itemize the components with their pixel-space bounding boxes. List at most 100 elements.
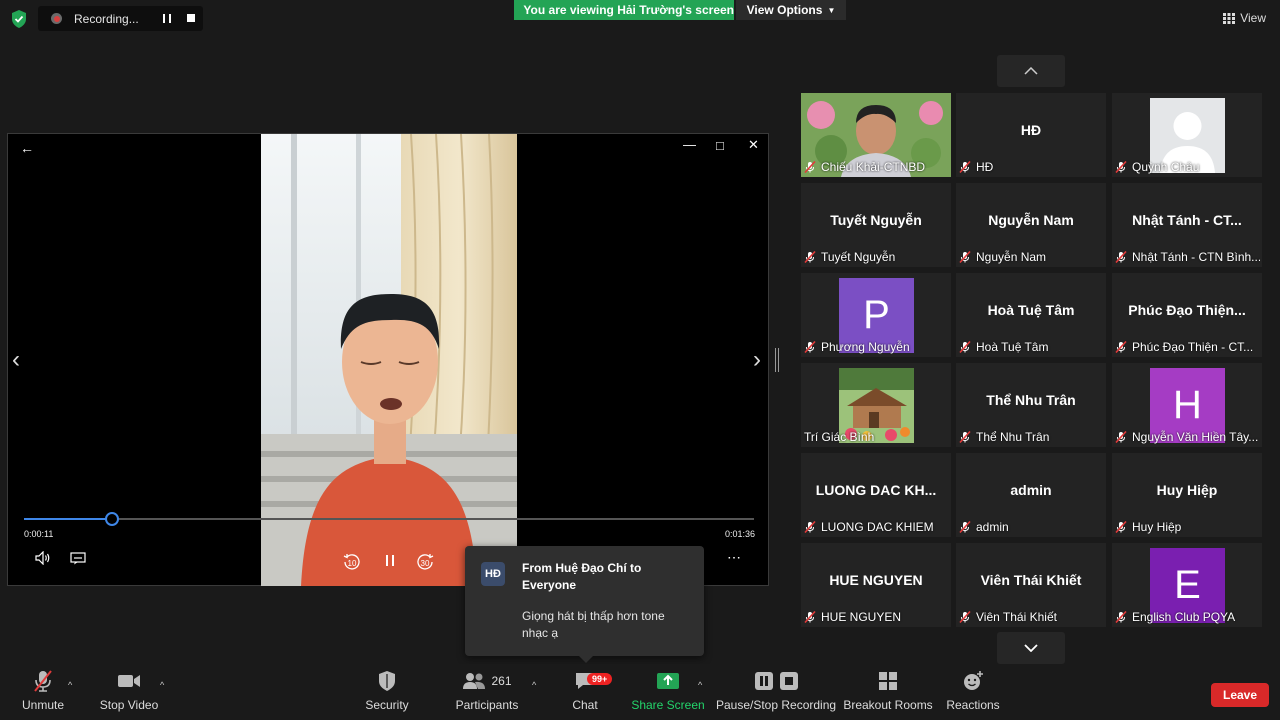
participant-name-label: Quỳnh Châu — [1115, 160, 1260, 174]
unmute-button[interactable]: Unmute — [18, 664, 68, 720]
viewing-banner-text: You are viewing Hải Trường's screen — [523, 3, 734, 17]
mic-muted-icon — [1115, 251, 1127, 263]
minimize-icon[interactable]: — — [683, 137, 696, 152]
participant-name: Quỳnh Châu — [1132, 160, 1200, 174]
previous-arrow-icon[interactable]: ‹ — [12, 346, 20, 374]
participant-name-label: LUONG DAC KHIEM — [804, 520, 949, 534]
participant-name: English Club PQYA — [1132, 610, 1236, 624]
mic-muted-icon — [1115, 341, 1127, 353]
participant-name: HĐ — [976, 160, 994, 174]
meeting-toolbar: Unmute ^ Stop Video ^ Security 261 Parti… — [0, 664, 1280, 720]
close-icon[interactable]: ✕ — [748, 137, 759, 153]
participant-tile[interactable]: Tuyết Nguyễn Tuyết Nguyễn — [801, 183, 951, 267]
progress-knob[interactable] — [105, 512, 119, 526]
gallery-page-down-button[interactable] — [997, 632, 1065, 664]
share-screen-icon — [656, 664, 680, 698]
participant-name-label: Phương Nguyễn — [804, 340, 949, 354]
forward-30-icon[interactable]: 30 — [414, 551, 436, 573]
view-label: View — [1240, 11, 1266, 25]
reactions-smiley-icon — [962, 664, 984, 698]
participants-icon — [463, 673, 486, 689]
current-time: 0:00:11 — [24, 529, 54, 539]
participants-label: Participants — [455, 698, 519, 712]
subtitles-icon[interactable] — [69, 551, 87, 565]
security-button[interactable]: Security — [362, 664, 412, 720]
chat-sender: From Huệ Đạo Chí to Everyone — [522, 561, 642, 592]
shield-icon — [377, 664, 397, 698]
shared-video-player: ← — □ ✕ ‹ › 0:00:11 0:01:36 10 30 ⋯ — [7, 133, 769, 586]
participant-tile[interactable]: HĐ HĐ — [956, 93, 1106, 177]
participant-name-label: Hoà Tuệ Tâm — [959, 340, 1104, 354]
participant-tile[interactable]: Viên Thái Khiết Viên Thái Khiết — [956, 543, 1106, 627]
split-drag-handle[interactable] — [775, 348, 779, 372]
participant-tile[interactable]: H Nguyễn Văn Hiền Tây... — [1112, 363, 1262, 447]
participant-name: Trí Giác Bình — [804, 430, 875, 444]
participant-name: Hoà Tuệ Tâm — [976, 340, 1049, 354]
participant-tile[interactable]: Quỳnh Châu — [1112, 93, 1262, 177]
participant-tile[interactable]: E English Club PQYA — [1112, 543, 1262, 627]
participant-tile[interactable]: Hoà Tuệ Tâm Hoà Tuệ Tâm — [956, 273, 1106, 357]
participant-name: LUONG DAC KHIEM — [821, 520, 934, 534]
stop-video-button[interactable]: Stop Video — [98, 664, 160, 720]
participant-tile[interactable]: HUE NGUYEN HUE NGUYEN — [801, 543, 951, 627]
view-options-button[interactable]: View Options ▼ — [736, 0, 846, 20]
participant-name-large: LUONG DAC KH... — [815, 482, 937, 498]
participant-name-label: Nhật Tánh - CTN Bình... — [1115, 250, 1260, 264]
recording-label: Recording... — [74, 11, 139, 26]
security-label: Security — [365, 698, 409, 712]
mic-muted-icon — [959, 431, 971, 443]
mic-muted-icon — [804, 161, 816, 173]
chevron-down-icon — [1024, 644, 1038, 652]
participant-name-label: HUE NGUYEN — [804, 610, 949, 624]
participants-caret-icon[interactable]: ^ — [532, 680, 536, 690]
reactions-button[interactable]: Reactions — [946, 664, 1000, 720]
next-arrow-icon[interactable]: › — [753, 346, 761, 374]
gallery-page-up-button[interactable] — [997, 55, 1065, 87]
participant-name: Nhật Tánh - CTN Bình... — [1132, 250, 1260, 264]
recording-indicator: Recording... — [38, 6, 203, 31]
mic-muted-icon — [959, 341, 971, 353]
leave-button[interactable]: Leave — [1211, 683, 1269, 707]
participant-tile[interactable]: Phúc Đạo Thiện... Phúc Đạo Thiện - CT... — [1112, 273, 1262, 357]
video-progress-bar[interactable] — [24, 512, 754, 526]
audio-options-caret-icon[interactable]: ^ — [68, 680, 72, 690]
reactions-label: Reactions — [946, 698, 1000, 712]
chat-sender-avatar: HĐ — [481, 562, 505, 586]
participant-tile[interactable]: Nguyễn Nam Nguyễn Nam — [956, 183, 1106, 267]
recording-controls-icon — [754, 664, 799, 698]
participant-name: Nguyễn Nam — [976, 250, 1047, 264]
share-options-caret-icon[interactable]: ^ — [698, 680, 702, 690]
more-options-icon[interactable]: ⋯ — [727, 549, 742, 566]
participant-tile[interactable]: LUONG DAC KH... LUONG DAC KHIEM — [801, 453, 951, 537]
participants-button[interactable]: 261 Participants — [454, 664, 520, 720]
mic-muted-icon — [1115, 611, 1127, 623]
back-arrow-icon[interactable]: ← — [20, 140, 34, 156]
recording-stop-icon[interactable] — [187, 14, 195, 22]
view-button[interactable]: View — [1223, 11, 1266, 25]
pause-stop-recording-button[interactable]: Pause/Stop Recording — [716, 664, 836, 720]
participant-tile[interactable]: Huy Hiệp Huy Hiệp — [1112, 453, 1262, 537]
participant-name: Huy Hiệp — [1132, 520, 1182, 534]
chat-notification-popup[interactable]: HĐ From Huệ Đạo Chí to Everyone Giọng há… — [465, 546, 704, 663]
participant-tile[interactable]: Trí Giác Bình — [801, 363, 951, 447]
recording-pause-icon[interactable] — [163, 14, 171, 23]
participant-name-label: Phúc Đạo Thiện - CT... — [1115, 340, 1260, 354]
participant-tile[interactable]: Chiếu Khải-CTNBD — [801, 93, 951, 177]
recording-dot-icon — [51, 13, 62, 24]
participant-name-large: Tuyết Nguyễn — [830, 212, 922, 228]
participant-tile[interactable]: Thể Nhu Trân Thể Nhu Trân — [956, 363, 1106, 447]
participant-tile[interactable]: P Phương Nguyễn — [801, 273, 951, 357]
rewind-10-icon[interactable]: 10 — [341, 551, 363, 573]
share-screen-button[interactable]: Share Screen — [631, 664, 705, 720]
maximize-icon[interactable]: □ — [716, 138, 724, 153]
chevron-down-icon: ▼ — [827, 5, 836, 15]
pause-stop-recording-label: Pause/Stop Recording — [715, 698, 837, 712]
volume-icon[interactable] — [33, 551, 53, 565]
video-options-caret-icon[interactable]: ^ — [160, 680, 164, 690]
security-shield-icon[interactable] — [10, 9, 28, 29]
mic-muted-icon — [1115, 431, 1127, 443]
breakout-rooms-button[interactable]: Breakout Rooms — [843, 664, 933, 720]
participant-tile[interactable]: Nhật Tánh - CT... Nhật Tánh - CTN Bình... — [1112, 183, 1262, 267]
participant-tile[interactable]: admin admin — [956, 453, 1106, 537]
pause-icon[interactable] — [382, 551, 398, 569]
